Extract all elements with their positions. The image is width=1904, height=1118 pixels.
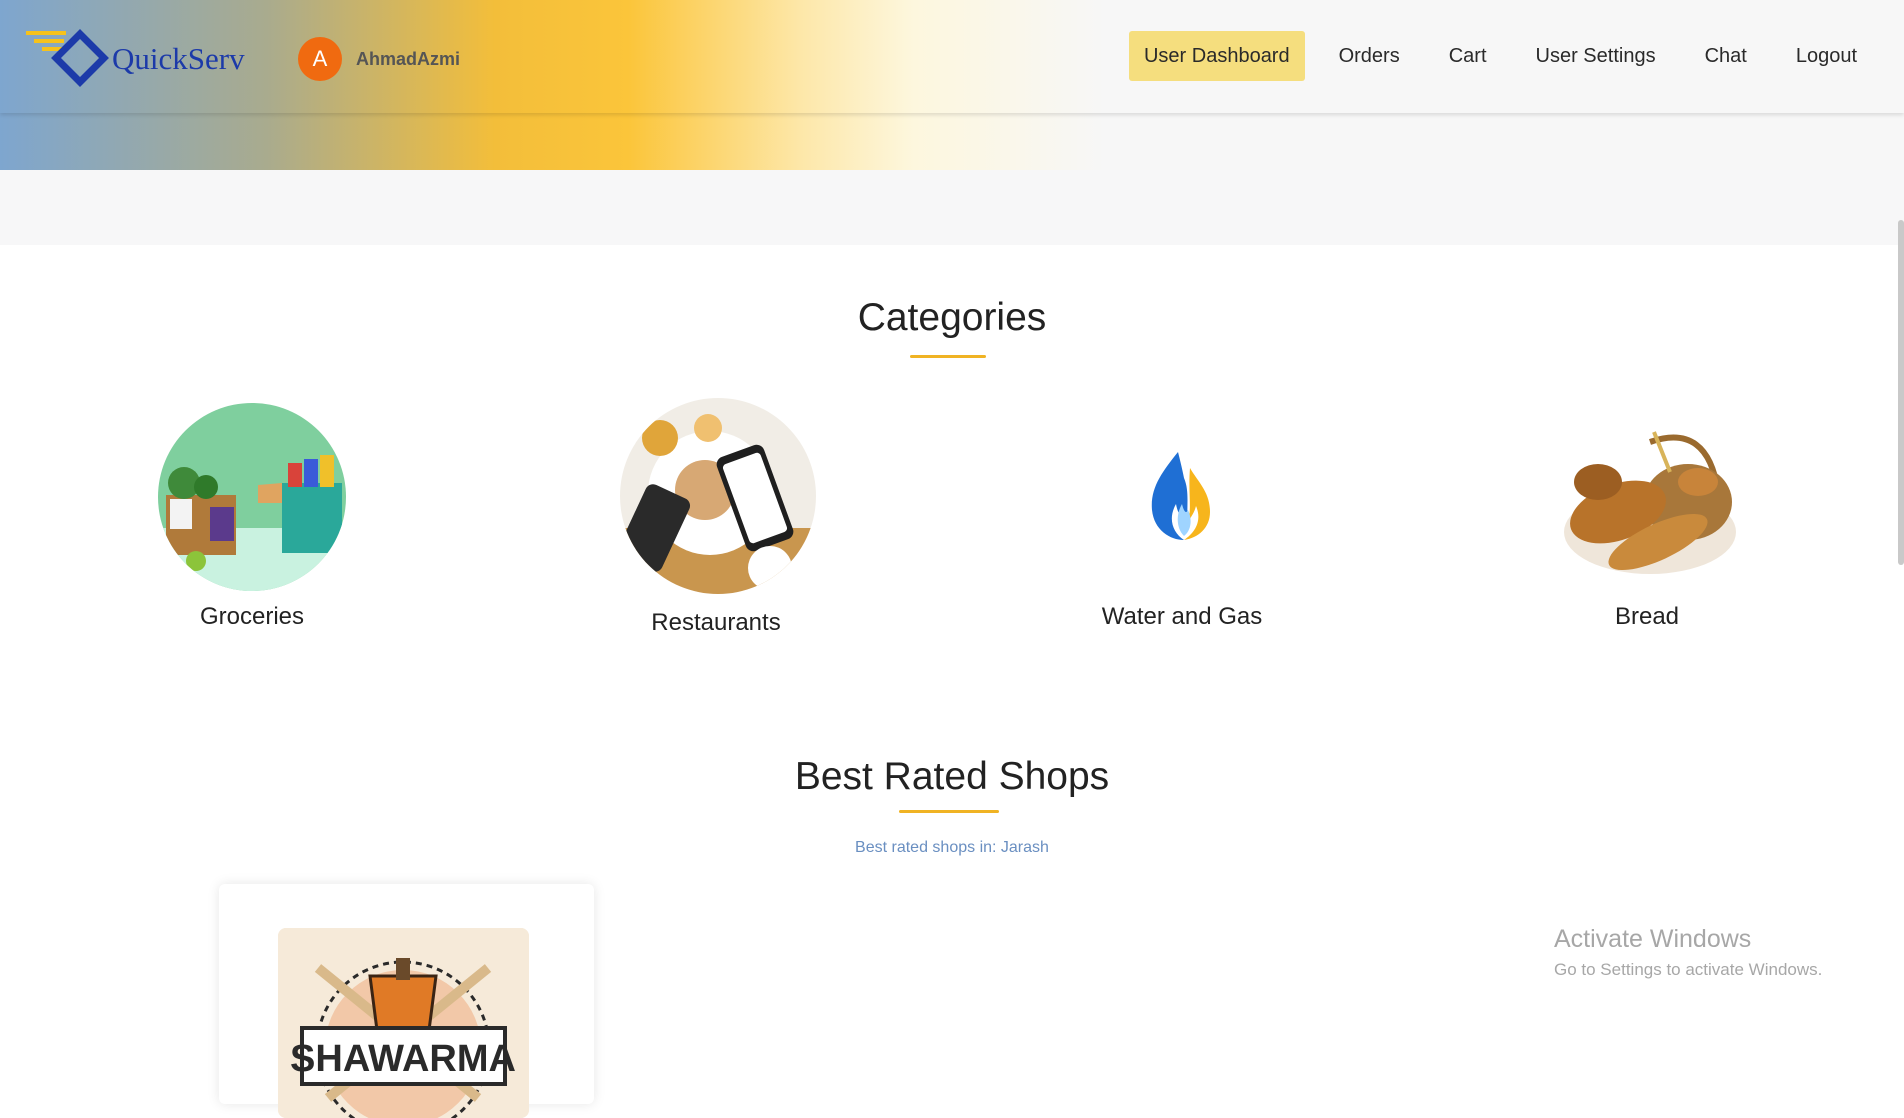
page-scrollbar[interactable] bbox=[1898, 220, 1904, 565]
bread-basket-image bbox=[1564, 431, 1736, 574]
nav-cart[interactable]: Cart bbox=[1434, 31, 1502, 81]
brand-name: QuickServ bbox=[112, 41, 245, 76]
best-rated-title: Best Rated Shops bbox=[794, 755, 1110, 798]
restaurants-image bbox=[620, 398, 816, 594]
main-nav: User Dashboard Orders Cart User Settings… bbox=[1110, 31, 1872, 81]
categories-underline bbox=[910, 355, 986, 358]
watermark-subtitle: Go to Settings to activate Windows. bbox=[1554, 960, 1823, 979]
category-label-groceries[interactable]: Groceries bbox=[200, 603, 304, 631]
nav-user-dashboard[interactable]: User Dashboard bbox=[1128, 31, 1305, 81]
category-bread[interactable] bbox=[1558, 412, 1742, 582]
shop-logo-text: SHAWARMA bbox=[290, 1038, 516, 1080]
logo-diamond-icon bbox=[26, 29, 109, 87]
username: AhmadAzmi bbox=[356, 49, 461, 69]
avatar: A bbox=[298, 37, 342, 81]
shop-logo: SHAWARMA bbox=[278, 928, 529, 1118]
category-water-gas[interactable] bbox=[1142, 448, 1222, 544]
shawarma-logo-image: SHAWARMA bbox=[278, 928, 529, 1118]
category-label-bread[interactable]: Bread bbox=[1615, 603, 1679, 631]
best-rated-subtitle: Best rated shops in: Jarash bbox=[855, 839, 1049, 856]
groceries-image bbox=[158, 403, 346, 591]
category-label-restaurants[interactable]: Restaurants bbox=[651, 609, 780, 637]
category-groceries[interactable] bbox=[158, 403, 346, 591]
nav-logout[interactable]: Logout bbox=[1781, 31, 1872, 81]
category-restaurants[interactable] bbox=[620, 398, 816, 594]
navbar: QuickServ A AhmadAzmi User Dashboard Ord… bbox=[0, 0, 1904, 113]
flame-icon bbox=[1151, 452, 1210, 540]
watermark-title: Activate Windows bbox=[1554, 925, 1752, 953]
category-label-water-gas[interactable]: Water and Gas bbox=[1102, 603, 1263, 631]
hero-strip bbox=[0, 170, 1904, 245]
nav-orders[interactable]: Orders bbox=[1324, 31, 1415, 81]
nav-user-settings[interactable]: User Settings bbox=[1521, 31, 1671, 81]
shop-card[interactable]: SHAWARMA bbox=[219, 884, 594, 1118]
nav-chat[interactable]: Chat bbox=[1690, 31, 1762, 81]
best-rated-underline bbox=[899, 810, 999, 813]
categories-title: Categories bbox=[857, 296, 1047, 339]
windows-activation-watermark: Activate Windows Go to Settings to activ… bbox=[1554, 925, 1822, 980]
quickserv-logo[interactable]: QuickServ bbox=[24, 28, 254, 92]
